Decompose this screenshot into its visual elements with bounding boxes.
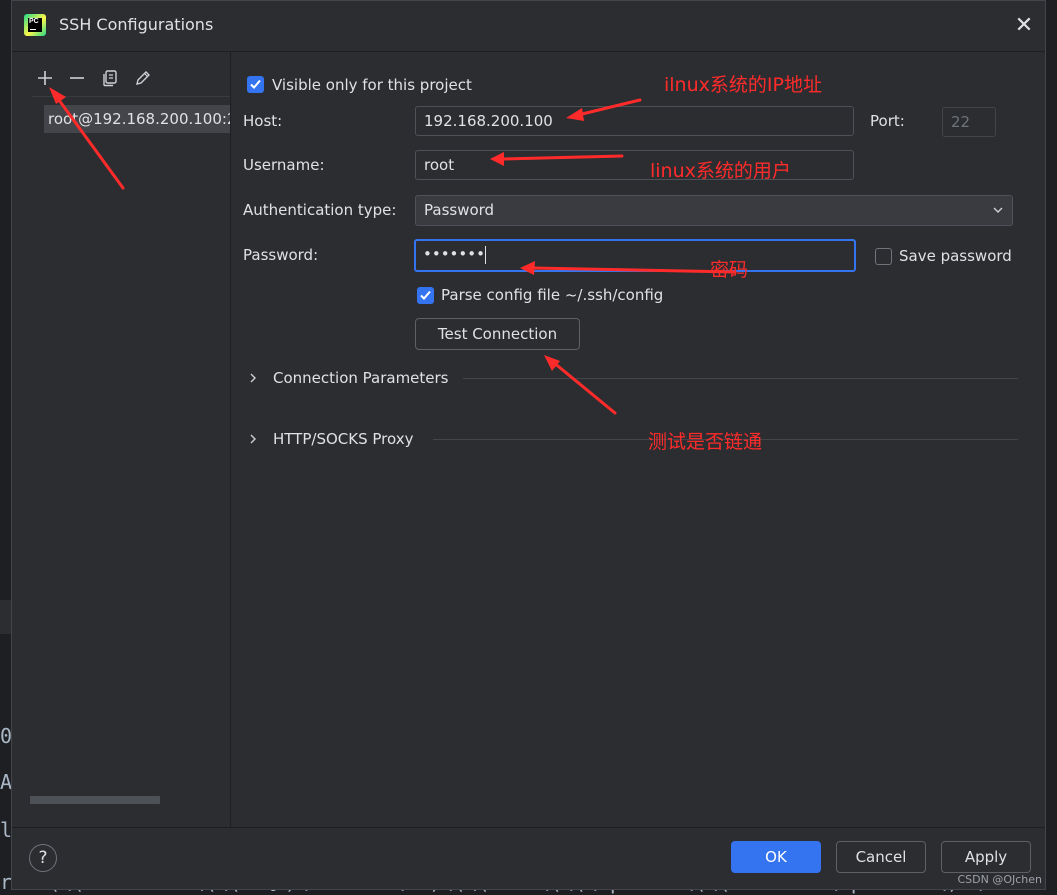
pencil-icon[interactable]: [132, 69, 154, 91]
username-label: Username:: [243, 156, 325, 174]
add-icon[interactable]: [34, 69, 56, 91]
help-button[interactable]: ?: [29, 844, 57, 872]
close-icon[interactable]: ✕: [1011, 13, 1037, 39]
cancel-button[interactable]: Cancel: [836, 841, 926, 873]
config-list-panel: root@192.168.200.100:22: [12, 52, 231, 827]
horizontal-scrollbar[interactable]: [30, 796, 160, 804]
port-input[interactable]: 22: [942, 107, 996, 137]
toolbar-divider: [32, 96, 230, 97]
proxy-section[interactable]: HTTP/SOCKS Proxy: [248, 428, 1018, 450]
footer-divider: [12, 827, 1045, 828]
auth-type-label: Authentication type:: [243, 201, 397, 219]
connection-parameters-section[interactable]: Connection Parameters: [248, 367, 1018, 389]
parse-config-label: Parse config file ~/.ssh/config: [441, 286, 664, 304]
auth-type-select[interactable]: Password: [415, 195, 1013, 226]
auth-type-value: Password: [424, 201, 495, 219]
host-input[interactable]: 192.168.200.100: [415, 106, 854, 136]
ssh-configurations-dialog: PC SSH Configurations ✕ root@192.168.200…: [11, 0, 1046, 890]
dialog-title: SSH Configurations: [59, 15, 214, 34]
watermark: CSDN @OJchen: [957, 873, 1042, 886]
password-value: •••••••: [423, 245, 485, 263]
ok-button[interactable]: OK: [731, 841, 821, 873]
chevron-right-icon: [248, 367, 258, 396]
dialog-titlebar: PC SSH Configurations ✕: [12, 1, 1045, 52]
annotation-password: 密码: [710, 259, 749, 281]
apply-button[interactable]: Apply: [941, 841, 1031, 873]
section-divider: [463, 378, 1018, 379]
visible-only-label: Visible only for this project: [272, 76, 472, 94]
annotation-test: 测试是否链通: [648, 431, 763, 453]
parse-config-checkbox[interactable]: [417, 287, 434, 304]
chevron-right-icon: [248, 428, 258, 457]
annotation-ip: ilnux系统的IP地址: [664, 74, 822, 96]
chevron-down-icon: [992, 196, 1004, 234]
port-label: Port:: [870, 112, 905, 130]
host-label: Host:: [243, 112, 283, 130]
pycharm-icon: PC: [24, 14, 46, 36]
password-label: Password:: [243, 246, 319, 264]
connection-parameters-label: Connection Parameters: [273, 369, 449, 387]
proxy-label: HTTP/SOCKS Proxy: [273, 430, 414, 448]
visible-only-checkbox[interactable]: [247, 76, 264, 93]
annotation-user: linux系统的用户: [650, 160, 791, 182]
copy-icon[interactable]: [99, 69, 121, 91]
save-password-label: Save password: [899, 247, 1012, 265]
test-connection-button[interactable]: Test Connection: [415, 318, 580, 350]
remove-icon[interactable]: [66, 69, 88, 91]
save-password-checkbox[interactable]: [875, 248, 892, 265]
config-list-item[interactable]: root@192.168.200.100:22: [44, 105, 230, 133]
password-input[interactable]: •••••••: [414, 239, 856, 272]
